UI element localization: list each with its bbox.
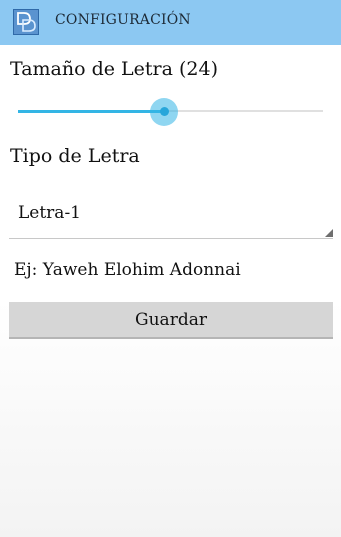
action-bar: CONFIGURACIÓN — [0, 0, 341, 45]
page-title: CONFIGURACIÓN — [55, 12, 191, 28]
example-text: Ej: Yaweh Elohim Adonnai — [14, 260, 241, 280]
slider-fill — [18, 110, 165, 113]
font-size-label: Tamaño de Letra (24) — [10, 58, 218, 80]
save-button[interactable]: Guardar — [9, 302, 333, 339]
slider-thumb[interactable] — [159, 107, 169, 116]
app-logo-icon[interactable] — [13, 9, 39, 35]
dropdown-caret-icon — [325, 229, 333, 237]
font-size-slider[interactable] — [18, 98, 323, 126]
font-type-dropdown[interactable]: Letra-1 — [9, 195, 333, 239]
font-type-label: Tipo de Letra — [10, 145, 140, 167]
font-type-selected: Letra-1 — [18, 203, 82, 223]
